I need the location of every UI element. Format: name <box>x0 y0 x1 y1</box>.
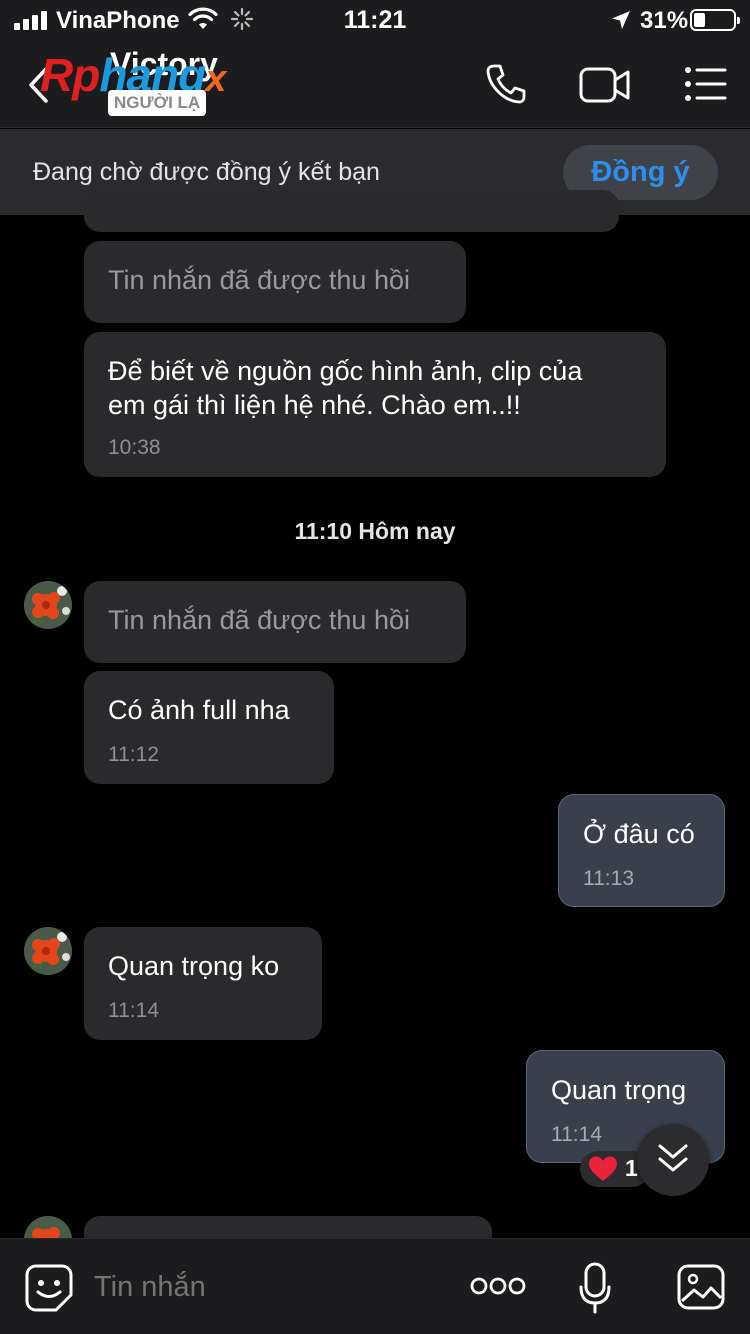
message-bubble-incoming[interactable]: Quan trọng ko 11:14 <box>84 927 322 1040</box>
message-text: Ở đâu có <box>583 819 695 849</box>
image-gallery-icon[interactable] <box>676 1263 726 1311</box>
heart-icon <box>589 1156 617 1181</box>
message-text-line2: em gái thì liện hệ nhé. Chào em..!! <box>108 390 521 420</box>
microphone-icon[interactable] <box>578 1261 612 1315</box>
message-composer <box>0 1238 750 1334</box>
message-time: 11:12 <box>108 743 159 766</box>
pending-friend-text: Đang chờ được đồng ý kết bạn <box>33 158 380 186</box>
message-text: Tin nhắn đã được thu hồi <box>108 605 410 635</box>
message-bubble-recalled[interactable]: Tin nhắn đã được thu hồi <box>84 581 466 663</box>
message-bubble-recalled[interactable]: Tin nhắn đã được thu hồi <box>84 241 466 323</box>
date-separator: 11:10 Hôm nay <box>294 518 456 544</box>
contact-avatar[interactable] <box>24 927 72 975</box>
more-options-icon[interactable] <box>470 1275 526 1297</box>
location-icon <box>612 11 630 29</box>
scroll-to-bottom-button[interactable] <box>637 1124 709 1196</box>
reaction-count: 1 <box>625 1155 638 1181</box>
message-text: Quan trọng <box>551 1075 687 1105</box>
message-time: 11:13 <box>583 867 634 890</box>
message-bubble-outgoing[interactable]: Ở đâu có 11:13 <box>558 794 725 907</box>
video-call-icon[interactable] <box>578 64 632 106</box>
message-bubble-partial[interactable] <box>84 190 619 232</box>
contact-avatar[interactable] <box>24 581 72 629</box>
stranger-badge: NGƯỜI LẠ <box>108 90 207 116</box>
phone-call-icon[interactable] <box>484 62 528 106</box>
message-time: 10:38 <box>108 436 161 459</box>
status-bar: VinaPhone 11:21 31% <box>0 0 750 40</box>
message-bubble-incoming[interactable]: Có ảnh full nha 11:12 <box>84 671 334 784</box>
message-bubble-incoming[interactable]: Để biết về nguồn gốc hình ảnh, clip của … <box>84 332 666 477</box>
flower-avatar-icon <box>24 927 72 975</box>
message-text: Có ảnh full nha <box>108 695 290 725</box>
message-input[interactable] <box>94 1271 434 1304</box>
battery-percent: 31% <box>640 7 689 34</box>
flower-avatar-icon <box>24 581 72 629</box>
double-chevron-down-icon <box>658 1144 688 1172</box>
sticker-icon[interactable] <box>24 1263 74 1313</box>
message-time: 11:14 <box>551 1123 602 1146</box>
status-time: 11:21 <box>343 6 407 34</box>
chat-header: Victory Rphangx NGƯỜI LẠ <box>0 40 750 128</box>
message-text: Tin nhắn đã được thu hồi <box>108 265 410 295</box>
message-text: Quan trọng ko <box>108 951 280 981</box>
message-text-line1: Để biết về nguồn gốc hình ảnh, clip của <box>108 356 583 386</box>
message-time: 11:14 <box>108 999 159 1022</box>
battery-icon <box>690 9 740 31</box>
menu-icon[interactable] <box>684 66 728 102</box>
